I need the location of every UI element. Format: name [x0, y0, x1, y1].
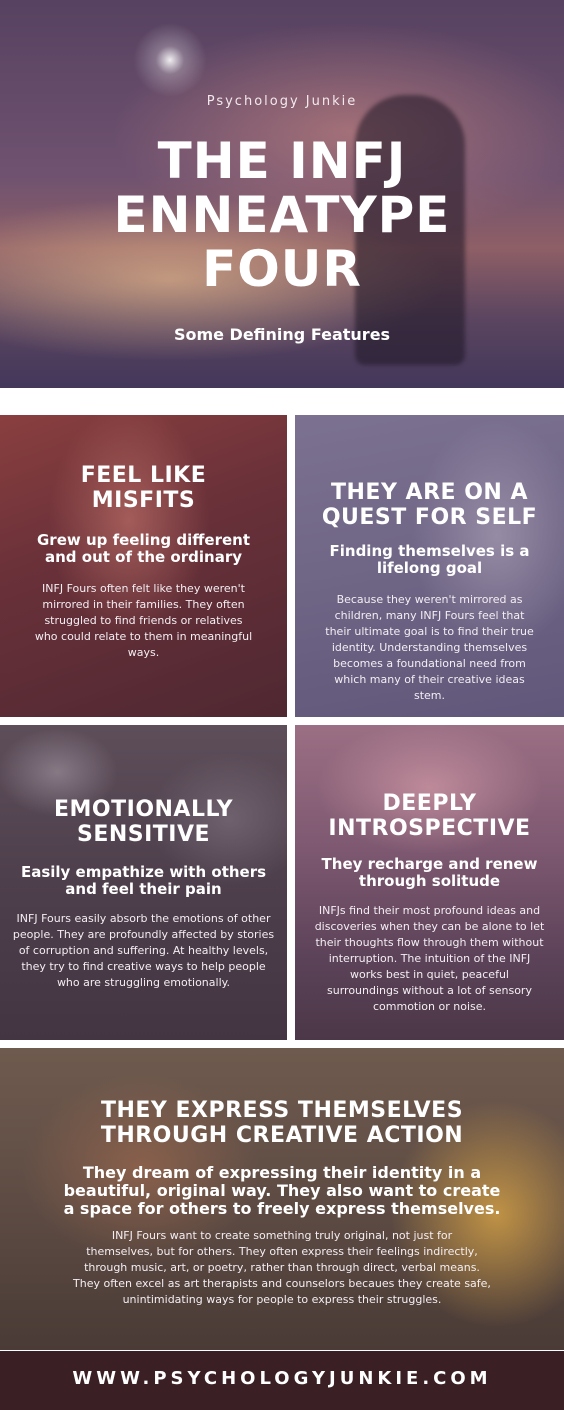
feature-panel-misfits: FEEL LIKE MISFITS Grew up feeling differ…: [0, 415, 287, 717]
panel-body: INFJ Fours want to create something trul…: [73, 1229, 491, 1306]
panel-subheading: Finding themselves is a lifelong goal: [329, 542, 530, 577]
panel-body: INFJs find their most profound ideas and…: [314, 904, 545, 1013]
page-title: THE INFJ ENNEATYPE FOUR: [0, 134, 564, 296]
title-line: FOUR: [202, 240, 362, 298]
panel-subheading: Easily empathize with others and feel th…: [20, 863, 267, 898]
title-line: ENNEATYPE: [113, 186, 451, 244]
panel-heading: FEEL LIKE MISFITS: [80, 463, 207, 513]
feature-panel-emotionally-sensitive: EMOTIONALLY SENSITIVE Easily empathize w…: [0, 725, 287, 1040]
brand-name: Psychology Junkie: [206, 94, 358, 109]
panel-subheading: They dream of expressing their identity …: [63, 1163, 501, 1218]
title-line: THE INFJ: [157, 132, 407, 190]
panel-subheading: Grew up feeling different and out of the…: [36, 531, 251, 566]
page-subtitle: Some Defining Features: [173, 325, 391, 344]
feature-panel-quest-for-self: THEY ARE ON A QUEST FOR SELF Finding the…: [295, 415, 564, 717]
feature-panel-creative-action: THEY EXPRESS THEMSELVES THROUGH CREATIVE…: [0, 1048, 564, 1350]
panel-heading: DEEPLY INTROSPECTIVE: [328, 791, 531, 841]
feature-panel-deeply-introspective: DEEPLY INTROSPECTIVE They recharge and r…: [295, 725, 564, 1040]
panel-body: Because they weren't mirrored as childre…: [325, 593, 534, 702]
panel-subheading: They recharge and renew through solitude: [321, 855, 538, 890]
infographic: Psychology Junkie THE INFJ ENNEATYPE FOU…: [0, 0, 564, 1410]
panel-body: INFJ Fours often felt like they weren't …: [34, 582, 253, 659]
panel-body: INFJ Fours easily absorb the emotions of…: [12, 912, 275, 989]
website-url[interactable]: WWW.PSYCHOLOGYJUNKIE.COM: [0, 1368, 564, 1389]
panel-heading: THEY EXPRESS THEMSELVES THROUGH CREATIVE…: [100, 1098, 464, 1148]
panel-heading: THEY ARE ON A QUEST FOR SELF: [321, 480, 538, 530]
sparkler-image: [130, 20, 210, 100]
panel-heading: EMOTIONALLY SENSITIVE: [54, 797, 233, 847]
